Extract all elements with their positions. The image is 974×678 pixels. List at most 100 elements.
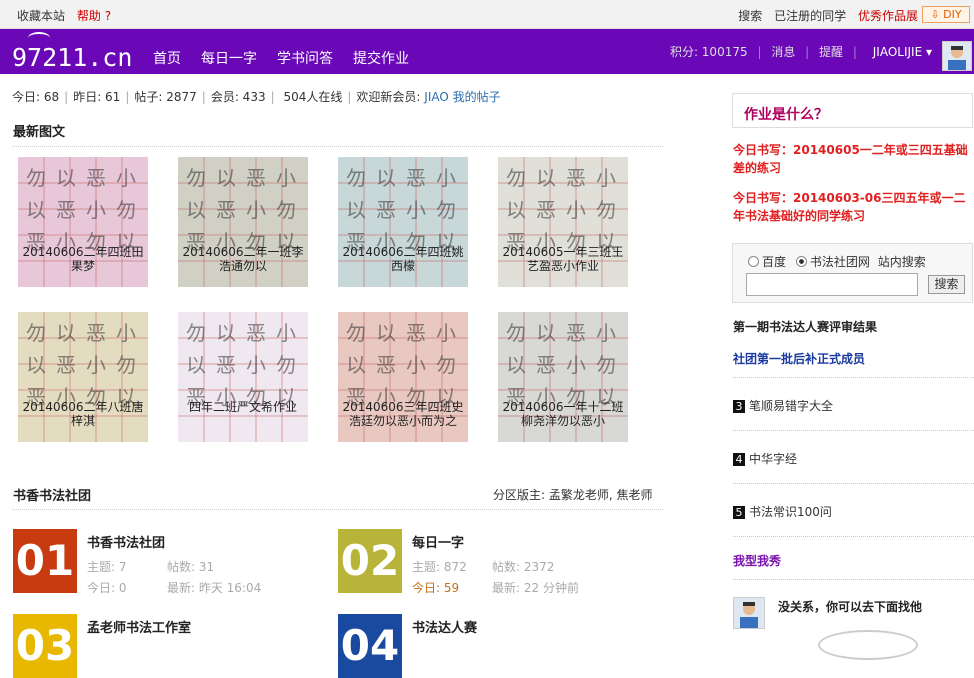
svg-text:恶: 恶 xyxy=(86,166,106,190)
svg-text:以: 以 xyxy=(506,198,526,222)
user-avatar[interactable] xyxy=(942,41,972,71)
today-writing-link-2[interactable]: 今日书写：20140603-06三四五年或一二年书法基础好的同学练习 xyxy=(733,189,969,225)
user-menu[interactable]: JIAOLIJIE ▾ xyxy=(867,45,932,59)
decorative-badge xyxy=(818,630,918,660)
latest-thumb[interactable]: 勿以恶小以恶小勿恶小勿以 20140606三年四班史浩廷勿以恶小而为之 xyxy=(338,312,468,442)
latest-thumb[interactable]: 勿以恶小以恶小勿恶小勿以 20140606一年十二班柳尧洋勿以恶小 xyxy=(498,312,628,442)
club-section-title: 书香书法社团 xyxy=(13,489,92,504)
svg-text:勿: 勿 xyxy=(346,321,366,345)
divider xyxy=(733,430,974,431)
svg-text:勿: 勿 xyxy=(26,166,46,190)
svg-text:小: 小 xyxy=(596,166,616,190)
today-writing-link-1[interactable]: 今日书写：20140605一二年或三四五基础差的练习 xyxy=(733,141,969,177)
svg-text:小: 小 xyxy=(276,321,296,345)
svg-text:以: 以 xyxy=(346,198,366,222)
nav-submit-homework[interactable]: 提交作业 xyxy=(353,48,409,68)
messages-link[interactable]: 消息 xyxy=(771,45,795,59)
svg-text:恶: 恶 xyxy=(246,166,266,190)
svg-text:恶: 恶 xyxy=(56,353,76,377)
svg-text:恶: 恶 xyxy=(216,198,236,222)
result-link[interactable]: 第一期书法达人赛评审结果 xyxy=(733,318,877,335)
homework-title: 作业是什么？ xyxy=(744,107,828,123)
svg-text:恶: 恶 xyxy=(536,198,556,222)
forum-icon-04[interactable]: 04 xyxy=(338,614,402,678)
latest-thumb[interactable]: 勿以恶小以恶小勿恶小勿以 20140606二年八班唐梓淇 xyxy=(18,312,148,442)
svg-text:恶: 恶 xyxy=(56,198,76,222)
calligraphy-image: 勿以恶小以恶小勿恶小勿以 xyxy=(178,312,308,442)
club-members-link[interactable]: 社团第一批后补正式成员 xyxy=(733,350,865,367)
forum-icon-03[interactable]: 03 xyxy=(13,614,77,678)
forum-topics: 主题: 872 xyxy=(412,560,467,574)
svg-text:以: 以 xyxy=(26,353,46,377)
svg-text:勿: 勿 xyxy=(346,166,366,190)
points-display: 积分: 100175 xyxy=(669,45,748,59)
forum-icon-02[interactable]: 02 xyxy=(338,529,402,593)
nav-qa[interactable]: 学书问答 xyxy=(277,48,333,68)
search-input[interactable] xyxy=(746,273,918,296)
bookmark-link[interactable]: 收藏本站 xyxy=(17,9,65,23)
svg-text:小: 小 xyxy=(276,166,296,190)
divider xyxy=(12,509,663,510)
divider xyxy=(733,377,974,378)
latest-thumb[interactable]: 勿以恶小以恶小勿恶小勿以 20140606二年四班姚西檬 xyxy=(338,157,468,287)
svg-text:小: 小 xyxy=(116,166,136,190)
svg-text:以: 以 xyxy=(26,198,46,222)
svg-text:勿: 勿 xyxy=(276,198,296,222)
member-text: 没关系，你可以去下面找他 xyxy=(778,600,923,614)
divider xyxy=(733,579,974,580)
member-avatar[interactable] xyxy=(733,597,765,629)
forum-title[interactable]: 书香书法社团 xyxy=(87,532,165,551)
svg-text:恶: 恶 xyxy=(406,321,426,345)
forum-title[interactable]: 每日一字 xyxy=(412,532,464,551)
radio-baidu[interactable] xyxy=(748,256,759,267)
new-member-link[interactable]: JIAO xyxy=(424,90,449,104)
show-link[interactable]: 我型我秀 xyxy=(733,552,781,569)
svg-text:勿: 勿 xyxy=(26,321,46,345)
showcase-link[interactable]: 优秀作品展 xyxy=(858,9,918,23)
svg-text:勿: 勿 xyxy=(506,321,526,345)
registered-link[interactable]: 已注册的同学 xyxy=(774,9,846,23)
list-item[interactable]: 4 中华字经 xyxy=(733,450,797,467)
latest-thumb[interactable]: 勿以恶小以恶小勿恶小勿以 20140606二年一班李浩通勿以 xyxy=(178,157,308,287)
forum-stats: 今日: 68 | 昨日: 61 | 帖子: 2877 | 会员: 433 | 504人在线 | 欢… xyxy=(12,90,501,104)
svg-text:恶: 恶 xyxy=(86,321,106,345)
thumb-caption: 四年二班严文希作业 xyxy=(188,400,297,414)
forum-today: 今日: 59 xyxy=(412,581,460,595)
latest-thumb[interactable]: 勿以恶小以恶小勿恶小勿以四年二班严文希作业 xyxy=(178,312,308,442)
homework-box: 作业是什么？ xyxy=(732,93,973,128)
forum-topics: 主题: 7 xyxy=(87,560,127,574)
svg-text:以: 以 xyxy=(536,166,556,190)
svg-text:恶: 恶 xyxy=(566,321,586,345)
list-item[interactable]: 5 书法常识100问 xyxy=(733,503,832,520)
remind-link[interactable]: 提醒 xyxy=(819,45,843,59)
forum-latest[interactable]: 最新: 昨天 16:04 xyxy=(167,579,261,596)
radio-site[interactable] xyxy=(795,256,807,267)
svg-text:勿: 勿 xyxy=(186,166,206,190)
forum-title[interactable]: 书法达人赛 xyxy=(412,617,477,636)
site-logo[interactable]: 97211.cn xyxy=(12,43,132,72)
svg-text:恶: 恶 xyxy=(246,321,266,345)
diy-button[interactable]: ⇩ DIY xyxy=(922,6,970,23)
latest-thumb[interactable]: 勿以恶小以恶小勿恶小勿以 20140605一年三班王艺盈恶小作业 xyxy=(498,157,628,287)
list-item[interactable]: 3 笔顺易错字大全 xyxy=(733,397,833,414)
latest-thumb[interactable]: 勿以恶小以恶小勿恶小勿以 20140606二年四班田果梦 xyxy=(18,157,148,287)
svg-text:小: 小 xyxy=(86,198,106,222)
forum-latest[interactable]: 最新: 22 分钟前 xyxy=(492,579,579,596)
svg-text:小: 小 xyxy=(436,166,456,190)
svg-text:以: 以 xyxy=(216,166,236,190)
forum-title[interactable]: 孟老师书法工作室 xyxy=(87,617,191,636)
nav-daily-char[interactable]: 每日一字 xyxy=(201,48,257,68)
forum-icon-01[interactable]: 01 xyxy=(13,529,77,593)
my-posts-link[interactable]: 我的帖子 xyxy=(453,90,501,104)
svg-text:勿: 勿 xyxy=(186,321,206,345)
svg-text:勿: 勿 xyxy=(116,198,136,222)
svg-text:勿: 勿 xyxy=(436,353,456,377)
help-link[interactable]: 帮助 ? xyxy=(77,9,111,23)
svg-text:小: 小 xyxy=(596,321,616,345)
search-link[interactable]: 搜索 xyxy=(738,9,762,23)
forum-posts: 帖数: 2372 xyxy=(492,560,555,574)
svg-text:勿: 勿 xyxy=(596,353,616,377)
search-button[interactable]: 搜索 xyxy=(928,275,965,294)
nav-home[interactable]: 首页 xyxy=(153,48,181,68)
svg-text:勿: 勿 xyxy=(436,198,456,222)
